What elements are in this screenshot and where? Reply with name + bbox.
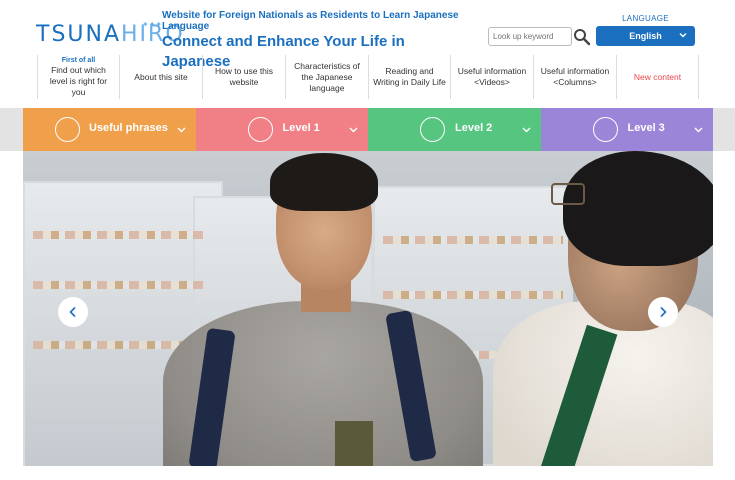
tab-label: Level 2 (455, 122, 493, 134)
tagline-subtitle: Website for Foreign Nationals as Residen… (162, 10, 459, 32)
nav-item-find-level[interactable]: First of all Find out which level is rig… (37, 55, 120, 99)
nav-kicker: First of all (61, 57, 96, 64)
chevron-down-icon (679, 33, 687, 38)
carousel-prev-button[interactable] (58, 297, 88, 327)
language-value: English (629, 31, 662, 41)
search-input[interactable] (488, 27, 572, 46)
nav-item-label: Useful information <Columns> (540, 66, 610, 87)
carousel-next-button[interactable] (648, 297, 678, 327)
tab-label: Useful phrases (89, 122, 168, 134)
sprout-icon (247, 117, 273, 142)
chevron-down-icon (522, 127, 530, 133)
tab-level-1[interactable]: Level 1 (195, 108, 368, 151)
chevron-down-icon (177, 127, 185, 133)
nav-item-label: Find out which level is right for you (49, 65, 108, 97)
nav-item-new-content[interactable]: New content (617, 55, 699, 99)
lotus-icon (592, 117, 618, 142)
logo-main: TSUNA (36, 22, 122, 47)
nav-item-label: Useful information <Videos> (457, 66, 527, 87)
nav-item-reading-writing[interactable]: Reading and Writing in Daily Life (369, 55, 451, 99)
level-tabs: Useful phrases Level 1 Level 2 Level 3 (23, 108, 713, 151)
phrase-icon (55, 117, 80, 142)
tab-useful-phrases[interactable]: Useful phrases (23, 108, 196, 151)
chevron-down-icon (349, 127, 358, 133)
language-label: LANGUAGE (622, 14, 669, 23)
chevron-right-icon (660, 306, 667, 318)
nav-item-characteristics[interactable]: Characteristics of the Japanese language (286, 55, 369, 99)
search-button[interactable] (573, 27, 591, 46)
tab-label: Level 1 (282, 122, 320, 134)
crown-icon: ✦✦✦ (142, 20, 163, 29)
search-icon (574, 29, 591, 46)
nav-item-columns[interactable]: Useful information <Columns> (534, 55, 617, 99)
nav-item-label: New content (633, 71, 682, 82)
language-select[interactable]: English (596, 26, 695, 46)
tab-label: Level 3 (627, 122, 665, 134)
nav-item-label: Reading and Writing in Daily Life (373, 66, 446, 87)
site-logo[interactable]: TSUNAHIRO ✦✦✦ (36, 20, 183, 50)
tab-level-2[interactable]: Level 2 (368, 108, 541, 151)
main-nav: First of all Find out which level is rig… (37, 55, 699, 99)
chevron-down-icon (694, 127, 703, 133)
nav-item-label: About this site (134, 71, 188, 82)
hero-carousel (23, 151, 713, 466)
leaf-icon (420, 117, 445, 142)
nav-item-about[interactable]: About this site (120, 55, 203, 99)
nav-item-label: How to use this website (214, 66, 274, 87)
tab-level-3[interactable]: Level 3 (540, 108, 713, 151)
nav-item-how-to-use[interactable]: How to use this website (203, 55, 286, 99)
site-header: TSUNAHIRO ✦✦✦ Website for Foreign Nation… (0, 0, 735, 108)
nav-item-label: Characteristics of the Japanese language (294, 60, 360, 93)
nav-item-videos[interactable]: Useful information <Videos> (451, 55, 534, 99)
chevron-left-icon (69, 306, 76, 318)
